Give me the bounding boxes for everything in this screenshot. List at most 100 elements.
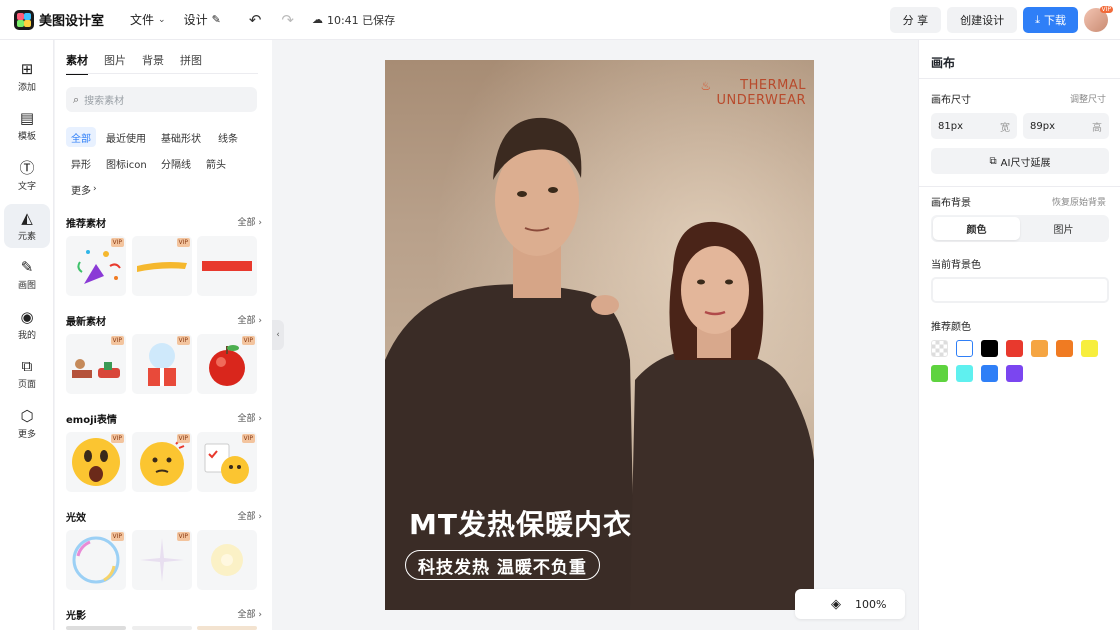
cloud-check-icon: ☁ <box>311 13 323 26</box>
create-design-button[interactable]: 创建设计 <box>947 7 1018 33</box>
chip-more[interactable]: 更多 › <box>66 179 102 199</box>
resize-link[interactable]: 调整尺寸 <box>1070 92 1106 105</box>
color-swatch[interactable] <box>931 340 948 357</box>
zoom-level[interactable]: 100% <box>855 598 886 611</box>
chip-dividers[interactable]: 分隔线 <box>156 153 196 173</box>
nav-label: 画图 <box>17 281 36 291</box>
color-swatch[interactable] <box>1056 340 1073 357</box>
asset-thumb[interactable] <box>66 626 126 630</box>
section-title-emoji: emoji表情 <box>66 415 117 426</box>
asset-thumb[interactable] <box>197 530 257 590</box>
section-title-light-effects: 光效 <box>66 513 86 524</box>
asset-thumb[interactable]: VIP <box>66 334 126 394</box>
asset-thumb[interactable]: VIP <box>197 432 257 492</box>
section-all-link[interactable]: 全部 › <box>238 509 262 522</box>
height-field[interactable]: 89px 高 <box>1023 113 1109 139</box>
width-field[interactable]: 81px 宽 <box>931 113 1017 139</box>
chevron-right-icon: › <box>93 184 97 194</box>
chip-arrows[interactable]: 箭头 <box>201 153 231 173</box>
avatar[interactable]: VIP <box>1084 6 1113 32</box>
color-swatch[interactable] <box>981 365 998 382</box>
nav-label: 文字 <box>17 182 36 192</box>
chip-recent[interactable]: 最近使用 <box>101 127 151 147</box>
color-swatch[interactable] <box>956 365 973 382</box>
tab-divider <box>66 73 258 74</box>
ai-resize-icon: ⧉ <box>989 155 997 167</box>
tab-images[interactable]: 图片 <box>104 52 126 75</box>
asset-thumb[interactable]: VIP <box>197 334 257 394</box>
collapse-panel-button[interactable]: ‹ <box>272 320 284 350</box>
asset-tabs: 素材 图片 背景 拼图 <box>66 52 202 75</box>
nav-label: 添加 <box>17 83 36 93</box>
app-logo[interactable]: 美图设计室 <box>14 9 104 30</box>
share-button[interactable]: 分 享 <box>889 7 942 33</box>
asset-thumb[interactable] <box>197 626 257 630</box>
asset-thumb[interactable]: VIP <box>132 432 192 492</box>
ai-extend-label: AI尺寸延展 <box>1000 157 1051 169</box>
file-menu-label: 文件 <box>130 13 155 27</box>
nav-item-draw[interactable]: ✎ 画图 <box>4 253 50 297</box>
search-placeholder: 搜索素材 <box>84 96 125 107</box>
color-swatch[interactable] <box>931 365 948 382</box>
redo-icon[interactable]: ↷ <box>281 11 294 29</box>
layers-icon[interactable]: ◈ <box>831 597 841 612</box>
asset-thumb[interactable] <box>132 626 192 630</box>
template-icon: ▤ <box>19 109 35 127</box>
chip-basic-shapes[interactable]: 基础形状 <box>156 127 206 147</box>
search-input[interactable]: ⌕ 搜索素材 <box>66 87 257 112</box>
section-all-link[interactable]: 全部 › <box>238 313 262 326</box>
subline-text[interactable]: 科技发热 温暖不负重 <box>405 550 600 580</box>
asset-thumb[interactable]: VIP <box>132 530 192 590</box>
tab-collage[interactable]: 拼图 <box>180 52 202 75</box>
all-label: 全部 <box>237 512 256 522</box>
tab-color[interactable]: 颜色 <box>933 217 1020 240</box>
top-bar: 美图设计室 文件 ⌄ 设计 ✎ ↶ ↷ ☁ 10:41 已保存 分 享 创建设计… <box>0 0 1120 40</box>
color-swatch[interactable] <box>956 340 973 357</box>
edit-icon: ✎ <box>211 13 221 26</box>
chip-irregular[interactable]: 异形 <box>66 153 96 173</box>
chip-icons[interactable]: 图标icon <box>101 153 152 173</box>
section-all-link[interactable]: 全部 › <box>238 411 262 424</box>
asset-thumb[interactable]: VIP <box>132 236 192 296</box>
design-menu[interactable]: 设计 ✎ <box>184 11 221 28</box>
color-swatch[interactable] <box>1081 340 1098 357</box>
brand-logo[interactable]: ♨ THERMAL UNDERWEAR <box>701 78 806 108</box>
red-bar-shape <box>202 261 252 271</box>
asset-thumb[interactable] <box>197 236 257 296</box>
chip-all[interactable]: 全部 <box>66 127 96 147</box>
nav-item-text[interactable]: Ⓣ 文字 <box>4 154 50 198</box>
asset-thumb[interactable]: VIP <box>66 236 126 296</box>
undo-icon[interactable]: ↶ <box>249 11 262 29</box>
nav-item-mine[interactable]: ◉ 我的 <box>4 303 50 347</box>
section-all-link[interactable]: 全部 › <box>238 607 262 620</box>
asset-thumb[interactable]: VIP <box>66 530 126 590</box>
design-canvas[interactable]: ♨ THERMAL UNDERWEAR MT发热保暖内衣 科技发热 温暖不负重 <box>385 60 814 610</box>
color-swatch[interactable] <box>1006 365 1023 382</box>
restore-bg-link[interactable]: 恢复原始背景 <box>1052 195 1106 208</box>
ai-extend-button[interactable]: ⧉ AI尺寸延展 <box>931 148 1109 174</box>
nav-item-more[interactable]: ⬡ 更多 <box>4 402 50 446</box>
color-swatch[interactable] <box>1006 340 1023 357</box>
nav-label: 页面 <box>17 380 36 390</box>
nav-item-template[interactable]: ▤ 模板 <box>4 104 50 148</box>
section-all-link[interactable]: 全部 › <box>238 215 262 228</box>
tab-backgrounds[interactable]: 背景 <box>142 52 164 75</box>
nav-label: 元素 <box>17 232 36 242</box>
panel-title: 画布 <box>931 56 956 70</box>
chip-lines[interactable]: 线条 <box>213 127 243 147</box>
tab-image[interactable]: 图片 <box>1020 217 1107 240</box>
tab-materials[interactable]: 素材 <box>66 52 88 75</box>
file-menu[interactable]: 文件 ⌄ <box>130 11 166 28</box>
current-bg-label: 当前背景色 <box>931 260 981 271</box>
color-swatch[interactable] <box>1031 340 1048 357</box>
nav-label: 模板 <box>17 132 36 142</box>
nav-item-add[interactable]: ⊞ 添加 <box>4 55 50 99</box>
color-swatch[interactable] <box>981 340 998 357</box>
headline-text[interactable]: MT发热保暖内衣 <box>409 503 632 543</box>
asset-thumb[interactable]: VIP <box>66 432 126 492</box>
download-button[interactable]: ⤓ 下载 <box>1023 7 1078 33</box>
nav-item-elements[interactable]: ◭ 元素 <box>4 204 50 248</box>
asset-thumb[interactable]: VIP <box>132 334 192 394</box>
current-color-input[interactable] <box>931 277 1109 303</box>
nav-item-pages[interactable]: ⧉ 页面 <box>4 352 50 396</box>
